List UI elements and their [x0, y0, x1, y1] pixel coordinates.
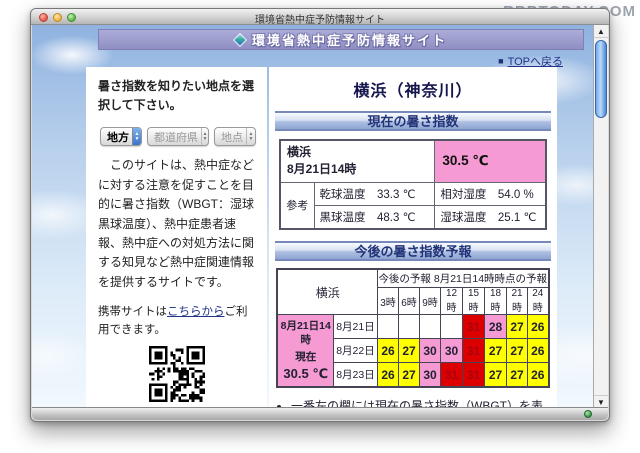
forecast-cell: 30 — [441, 339, 463, 363]
forecast-cell: 27 — [507, 363, 528, 387]
forecast-cell: 31 — [463, 363, 485, 387]
dry-bulb-cell: 乾球温度 33.3 ℃ — [314, 182, 435, 205]
station-name: 横浜 — [287, 144, 428, 161]
prefecture-select[interactable]: 都道府県 ▲ ▼ — [147, 127, 209, 146]
page-content: 環境省熱中症予防情報サイト ■ TOPへ戻る 暑さ指数を知りたい地点を選択して下… — [32, 25, 595, 408]
section-header-current: 現在の暑さ指数 — [275, 111, 551, 131]
forecast-cell: 31 — [463, 339, 485, 363]
current-index-table: 横浜 8月21日14時 30.5 ℃ 参考 乾球温度 33.3 ℃ 相対湿度 5… — [279, 139, 547, 230]
region-select[interactable]: 地方 ▲ ▼ — [100, 127, 142, 146]
forecast-cell: 26 — [528, 339, 549, 363]
forecast-cell: 30 — [420, 339, 441, 363]
forecast-cell: 31 — [463, 315, 485, 339]
sidebar: 暑さ指数を知りたい地点を選択して下さい。 地方 ▲ ▼ 都道府県 ▲ ▼ — [86, 67, 267, 408]
forecast-date: 8月21日 — [333, 315, 377, 339]
mobile-site-text-pre: 携帯サイトは — [98, 306, 167, 318]
forecast-cell — [399, 315, 420, 339]
hour-header: 24時 — [528, 288, 549, 315]
forecast-cell: 27 — [507, 315, 528, 339]
stepper-down-icon: ▼ — [203, 137, 208, 142]
forecast-cell: 26 — [528, 363, 549, 387]
browser-window: 環境省熱中症予防情報サイト 環境省熱中症予防情報サイト ■ TOPへ戻る 暑さ指… — [30, 8, 610, 422]
current-value-column: 8月21日14時 現在 30.5 ℃ — [277, 315, 333, 387]
hour-header: 12時 — [441, 288, 463, 315]
forecast-cell: 27 — [399, 339, 420, 363]
forecast-date: 8月22日 — [333, 339, 377, 363]
main-panel: 横浜（神奈川） 現在の暑さ指数 横浜 8月21日14時 30.5 ℃ 参考 乾球… — [269, 67, 557, 408]
forecast-cell: 27 — [507, 339, 528, 363]
window-title: 環境省熱中症予防情報サイト — [31, 11, 609, 26]
forecast-station-header: 横浜 — [277, 269, 377, 315]
hour-header: 18時 — [485, 288, 507, 315]
select-stepper-icon: ▲ ▼ — [132, 128, 141, 145]
station-datetime: 8月21日14時 — [287, 161, 428, 178]
stepper-down-icon: ▼ — [135, 137, 140, 142]
point-select-value: 地点 — [215, 129, 246, 145]
current-col-value: 30.5 ℃ — [279, 366, 332, 382]
desktop: RBBTODAY.COM 環境省熱中症予防情報サイト 環境省熱中症予防情報サイト… — [0, 0, 640, 453]
window-titlebar[interactable]: 環境省熱中症予防情報サイト — [31, 9, 609, 25]
scrollbar-thumb[interactable] — [595, 40, 607, 118]
status-bar — [32, 407, 608, 420]
station-cell: 横浜 8月21日14時 — [280, 140, 435, 182]
site-banner-title: 環境省熱中症予防情報サイト — [252, 30, 447, 49]
globe-temp-cell: 黒球温度 48.3 ℃ — [314, 205, 435, 229]
hour-header: 3時 — [378, 288, 399, 315]
current-wbgt-value: 30.5 ℃ — [435, 140, 546, 182]
status-indicator-icon — [584, 410, 592, 418]
section-header-forecast: 今後の暑さ指数予報 — [275, 241, 551, 261]
prefecture-select-value: 都道府県 — [148, 129, 201, 145]
site-banner: 環境省熱中症予防情報サイト — [98, 29, 584, 50]
forecast-cell: 26 — [378, 363, 399, 387]
current-col-label: 現在 — [279, 349, 332, 364]
vertical-scrollbar[interactable]: ▲ ▼ — [593, 25, 608, 408]
current-col-datetime: 8月21日14時 — [279, 319, 332, 347]
forecast-cell: 30 — [420, 363, 441, 387]
square-bullet-icon: ■ — [498, 56, 503, 66]
point-select[interactable]: 地点 ▲ ▼ — [214, 127, 256, 146]
forecast-cell: 26 — [378, 339, 399, 363]
hour-header: 21時 — [507, 288, 528, 315]
forecast-table: 横浜 今後の予報 8月21日14時時点の予報 3時 6時 9時 12時 15時 … — [276, 268, 549, 388]
forecast-cell — [378, 315, 399, 339]
forecast-cell: 27 — [485, 339, 507, 363]
forecast-cell: 26 — [528, 315, 549, 339]
forecast-cell: 27 — [399, 363, 420, 387]
qr-code-wrap — [98, 346, 256, 407]
hour-header: 9時 — [420, 288, 441, 315]
humidity-cell: 相対湿度 54.0 % — [435, 182, 546, 205]
qr-code — [149, 346, 205, 402]
location-selects: 地方 ▲ ▼ 都道府県 ▲ ▼ 地点 — [100, 127, 256, 146]
scroll-up-arrow[interactable]: ▲ — [594, 25, 608, 38]
mobile-site-line: 携帯サイトはこちらからご利用できます。 — [98, 304, 256, 339]
forecast-cell: 27 — [485, 363, 507, 387]
mobile-site-link[interactable]: こちらから — [167, 306, 225, 318]
select-stepper-icon: ▲ ▼ — [201, 128, 208, 145]
site-logo-icon — [233, 32, 247, 46]
forecast-cell: 28 — [485, 315, 507, 339]
location-title: 横浜（神奈川） — [275, 77, 551, 101]
forecast-date: 8月23日 — [333, 363, 377, 387]
stepper-down-icon: ▼ — [249, 137, 254, 142]
forecast-cell — [420, 315, 441, 339]
forecast-cell — [441, 315, 463, 339]
hour-header: 6時 — [399, 288, 420, 315]
select-stepper-icon: ▲ ▼ — [246, 128, 255, 145]
reference-label: 参考 — [280, 182, 314, 229]
region-select-value: 地方 — [101, 129, 132, 145]
wet-bulb-cell: 湿球温度 25.1 ℃ — [435, 205, 546, 229]
select-location-instruction: 暑さ指数を知りたい地点を選択して下さい。 — [98, 77, 256, 114]
site-description: このサイトは、熱中症などに対する注意を促すことを目的に暑さ指数（WBGT：湿球黒… — [98, 156, 256, 292]
forecast-span-header: 今後の予報 8月21日14時時点の予報 — [378, 269, 549, 288]
forecast-cell: 31 — [441, 363, 463, 387]
hour-header: 15時 — [463, 288, 485, 315]
